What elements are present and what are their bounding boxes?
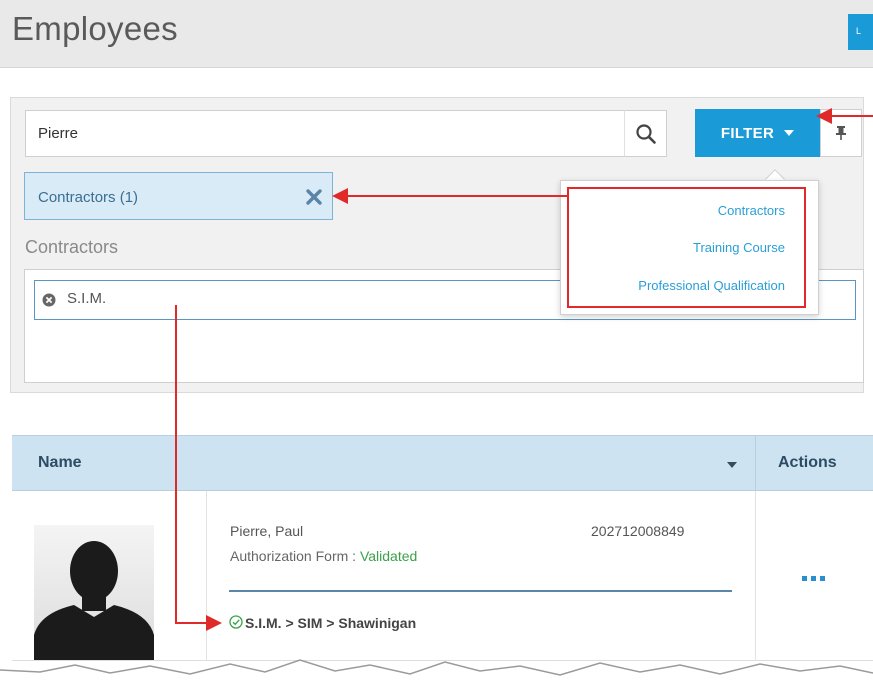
authorization-form: Authorization Form : Validated: [230, 548, 417, 564]
page-header: Employees L: [0, 0, 873, 68]
caret-down-icon: [784, 130, 795, 136]
page-title: Employees: [12, 10, 178, 47]
filter-menu-item-professional-qualification[interactable]: Professional Qualification: [559, 278, 818, 293]
header-action-button[interactable]: L: [848, 14, 873, 50]
active-filter-chip[interactable]: Contractors (1): [24, 172, 333, 220]
search-button[interactable]: [624, 110, 667, 157]
row-divider: [755, 491, 756, 661]
search-box: [25, 110, 625, 157]
grid-header: [12, 435, 873, 491]
contractor-path: S.I.M. > SIM > Shawinigan: [245, 615, 417, 631]
active-filter-label: Contractors (1): [38, 189, 139, 206]
contractor-tag-label: S.I.M.: [67, 290, 107, 307]
row-separator-line: [229, 590, 732, 592]
authorization-status: Validated: [359, 548, 418, 564]
filter-menu-item-training-course[interactable]: Training Course: [559, 240, 818, 255]
close-icon[interactable]: [304, 187, 324, 207]
more-horizontal-icon[interactable]: [800, 571, 828, 585]
avatar-silhouette-icon: [34, 525, 154, 660]
contractors-section-label: Contractors: [25, 237, 119, 257]
column-divider: [755, 435, 756, 491]
search-icon: [635, 123, 656, 144]
filter-menu-item-contractors[interactable]: Contractors: [559, 203, 818, 218]
row-divider: [206, 491, 207, 661]
employee-name[interactable]: Pierre, Paul: [230, 523, 303, 539]
authorization-form-label: Authorization Form :: [230, 548, 360, 564]
filter-button-label: FILTER: [720, 124, 775, 142]
check-circle-icon: [229, 615, 243, 629]
filter-button[interactable]: FILTER: [695, 109, 820, 157]
employee-id: 202712008849: [591, 523, 685, 539]
column-header-name[interactable]: Name: [38, 454, 82, 472]
search-input[interactable]: [26, 111, 624, 156]
sort-caret-icon[interactable]: [727, 462, 737, 468]
pin-button[interactable]: [820, 109, 862, 157]
column-header-actions: Actions: [778, 454, 837, 471]
filter-dropdown-menu: Contractors Training Course Professional…: [560, 180, 819, 315]
remove-circle-icon[interactable]: [42, 293, 56, 307]
pin-icon: [836, 126, 846, 140]
